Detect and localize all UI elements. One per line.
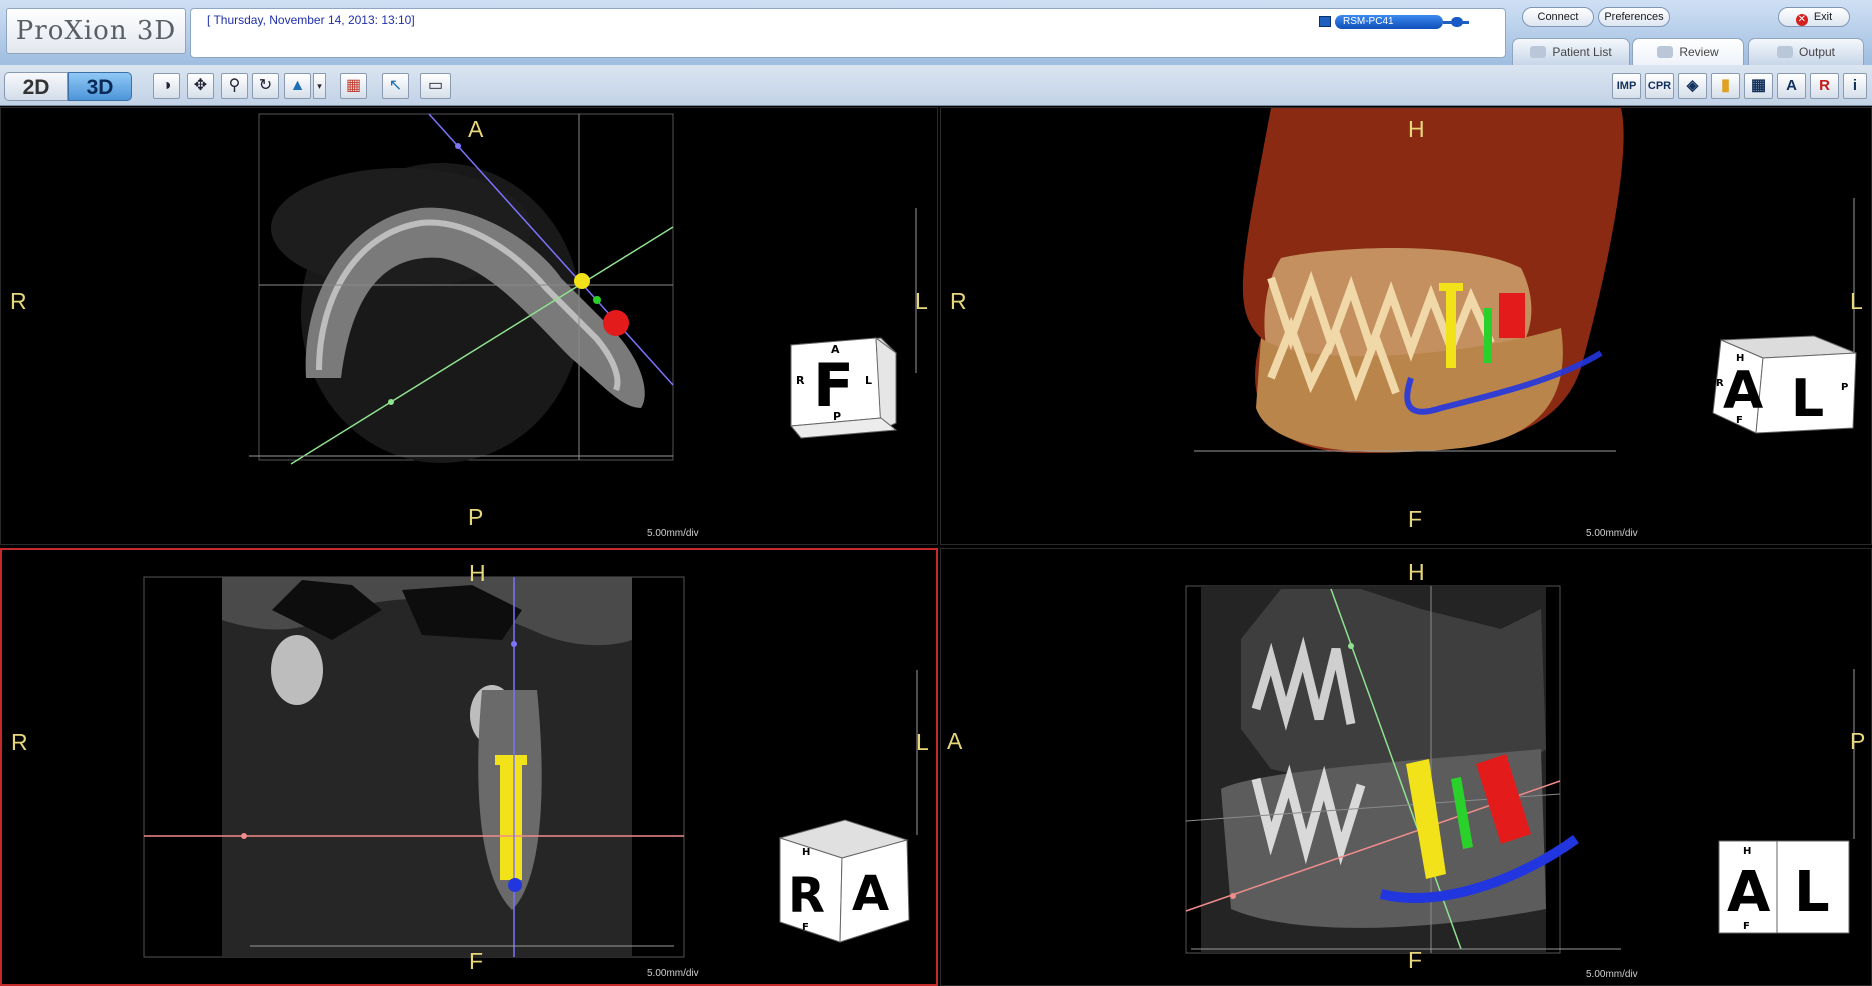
svg-text:A: A	[831, 343, 840, 356]
scale-label: 5.00mm/div	[647, 528, 699, 539]
viewport-coronal[interactable]: R A H F H F R L 5.00mm/div	[0, 548, 938, 986]
computer-icon	[1319, 16, 1331, 27]
dropdown-arrow-icon[interactable]: ▾	[313, 73, 326, 99]
layers-icon[interactable]: ◈	[1678, 73, 1707, 99]
scale-label: 5.00mm/div	[1586, 969, 1638, 980]
coronal-image: R A H F	[143, 576, 918, 958]
orientation-label-top: H	[1408, 116, 1425, 142]
person-icon	[1530, 46, 1547, 58]
scale-label: 5.00mm/div	[1586, 528, 1638, 539]
svg-text:F: F	[1743, 921, 1750, 932]
orientation-label-left: R	[950, 288, 967, 314]
app-header: ProXion 3D [ Thursday, November 14, 2013…	[0, 0, 1872, 65]
svg-text:P: P	[833, 410, 841, 423]
mode-2d-button[interactable]: 2D	[4, 72, 68, 101]
preferences-button[interactable]: Preferences	[1598, 7, 1670, 27]
exit-button[interactable]: ✕ Exit	[1778, 7, 1850, 27]
layout-grid-icon[interactable]: ▦	[340, 73, 367, 99]
pc-indicator: RSM-PC41	[1319, 15, 1469, 29]
orientation-label-right: L	[916, 729, 929, 755]
orientation-label-top: H	[1408, 559, 1425, 585]
orientation-label-left: R	[11, 729, 28, 755]
svg-text:L: L	[1791, 369, 1824, 429]
orientation-label-right: L	[1850, 288, 1863, 314]
orientation-label-top: A	[468, 116, 484, 142]
tab-label: Patient List	[1552, 45, 1612, 59]
svg-text:R: R	[796, 374, 805, 387]
svg-text:L: L	[1794, 860, 1830, 925]
pan-icon[interactable]: ✥	[187, 73, 214, 99]
svg-text:H: H	[802, 847, 810, 858]
pc-name: RSM-PC41	[1335, 15, 1443, 29]
contrast-icon[interactable]: ◑	[153, 73, 180, 99]
ruler-icon[interactable]: ▭	[420, 73, 451, 99]
axial-image: F A P R L	[249, 113, 917, 465]
svg-text:A: A	[852, 866, 889, 922]
orientation-label-bottom: F	[1408, 506, 1423, 532]
viewport-axial[interactable]: F A P R L A P R L 5.00mm/div	[0, 107, 938, 545]
tab-label: Output	[1798, 45, 1836, 59]
svg-text:A: A	[1723, 361, 1763, 421]
orientation-label-left: R	[10, 288, 27, 314]
svg-text:H: H	[1743, 846, 1751, 857]
tab-patient-list[interactable]: Patient List	[1512, 38, 1630, 65]
close-icon: ✕	[1795, 14, 1808, 26]
connect-button[interactable]: Connect	[1522, 7, 1594, 27]
orientation-label-bottom: F	[469, 948, 484, 974]
annotation-icon[interactable]: A	[1777, 73, 1806, 99]
register-icon[interactable]: R	[1810, 73, 1839, 99]
svg-text:A: A	[1727, 860, 1771, 925]
color-bar-icon[interactable]: ▮	[1711, 73, 1740, 99]
svg-text:H: H	[1736, 353, 1744, 364]
svg-text:P: P	[1841, 382, 1848, 393]
app-logo: ProXion 3D	[6, 8, 186, 54]
sagittal-image: A L H F	[1185, 585, 1855, 954]
main-toolbar: 2D 3D ◑ ✥ ⚲ ↻ ▲ ▾ ▦ ↖ ▭ IMP CPR ◈ ▮ ▦ A …	[0, 65, 1872, 106]
orientation-label-bottom: F	[1408, 947, 1423, 973]
orientation-label-right: P	[1850, 728, 1866, 754]
datetime-display: [ Thursday, November 14, 2013: 13:10]	[207, 13, 415, 27]
orientation-label-bottom: P	[468, 504, 484, 530]
quad-view-icon[interactable]: ▦	[1744, 73, 1773, 99]
imp-button[interactable]: IMP	[1612, 73, 1641, 99]
svg-text:R: R	[788, 868, 825, 924]
svg-text:R: R	[1716, 378, 1724, 389]
render-mode-icon[interactable]: ▲	[284, 73, 311, 99]
volume-render-image: A L H F R P	[1194, 108, 1857, 453]
info-bar: [ Thursday, November 14, 2013: 13:10] RS…	[190, 8, 1506, 58]
mode-3d-button[interactable]: 3D	[68, 72, 132, 101]
info-icon[interactable]: i	[1843, 73, 1867, 99]
scale-label: 5.00mm/div	[647, 968, 699, 979]
pc-slider-knob[interactable]	[1451, 17, 1463, 27]
svg-text:F: F	[802, 922, 809, 933]
zoom-icon[interactable]: ⚲	[221, 73, 248, 99]
eye-icon	[1657, 46, 1674, 58]
orientation-label-right: L	[915, 288, 928, 314]
tab-output[interactable]: Output	[1748, 38, 1864, 65]
tab-review[interactable]: Review	[1632, 38, 1744, 65]
viewport-sagittal[interactable]: A L H F H F A P 5.00mm/div	[940, 548, 1872, 986]
viewport-3d-volume[interactable]: A L H F R P H F R L 5.00mm/div	[940, 107, 1872, 545]
tab-label: Review	[1679, 45, 1719, 59]
cpr-button[interactable]: CPR	[1645, 73, 1674, 99]
printer-icon	[1776, 46, 1793, 58]
pointer-icon[interactable]: ↖	[382, 73, 409, 99]
rotate-icon[interactable]: ↻	[252, 73, 279, 99]
exit-label: Exit	[1813, 11, 1833, 23]
orientation-label-top: H	[469, 560, 486, 586]
svg-text:F: F	[1736, 415, 1743, 426]
svg-text:L: L	[865, 374, 872, 387]
orientation-label-left: A	[947, 728, 963, 754]
